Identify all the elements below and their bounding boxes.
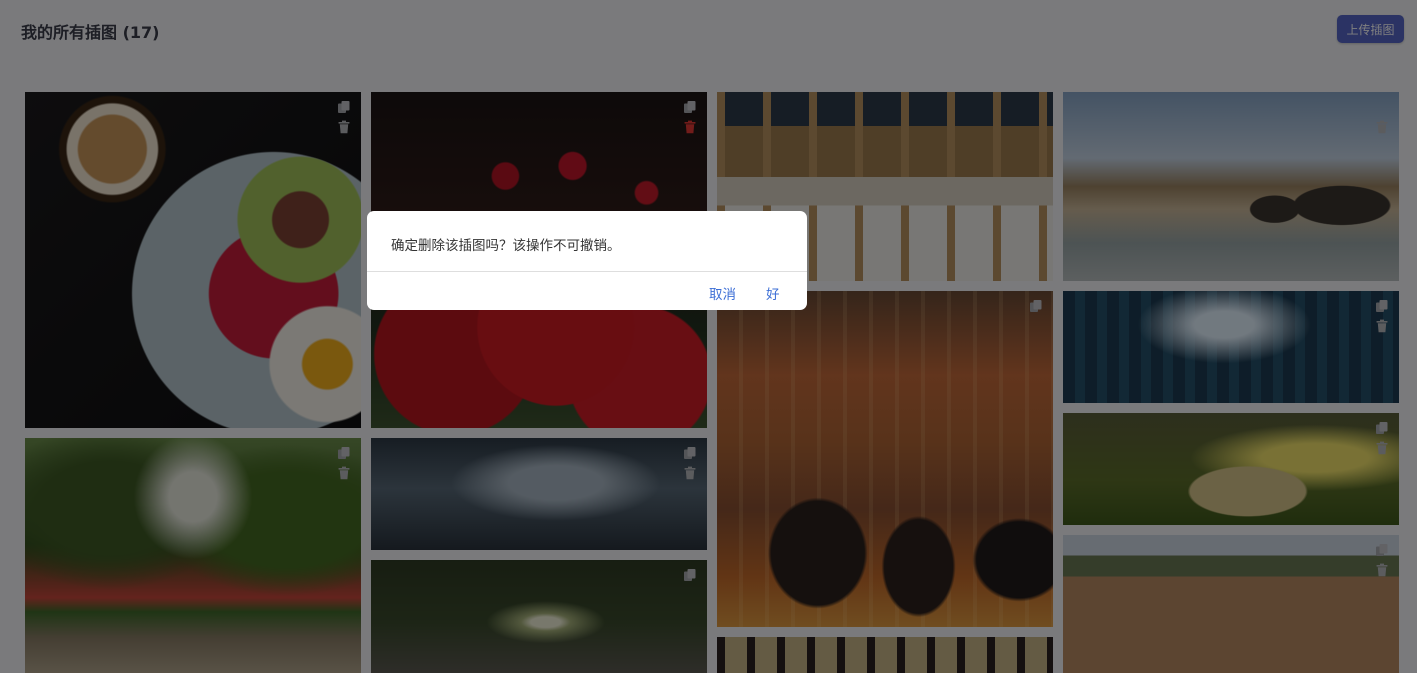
cancel-button[interactable]: 取消 (709, 283, 736, 303)
dialog-message: 确定删除该插图吗？该操作不可撤销。 (391, 238, 621, 254)
modal-overlay[interactable] (0, 0, 1417, 673)
delete-confirm-dialog: 确定删除该插图吗？该操作不可撤销。 取消 好 (367, 211, 807, 310)
dialog-divider (367, 271, 807, 272)
ok-button[interactable]: 好 (766, 283, 780, 303)
